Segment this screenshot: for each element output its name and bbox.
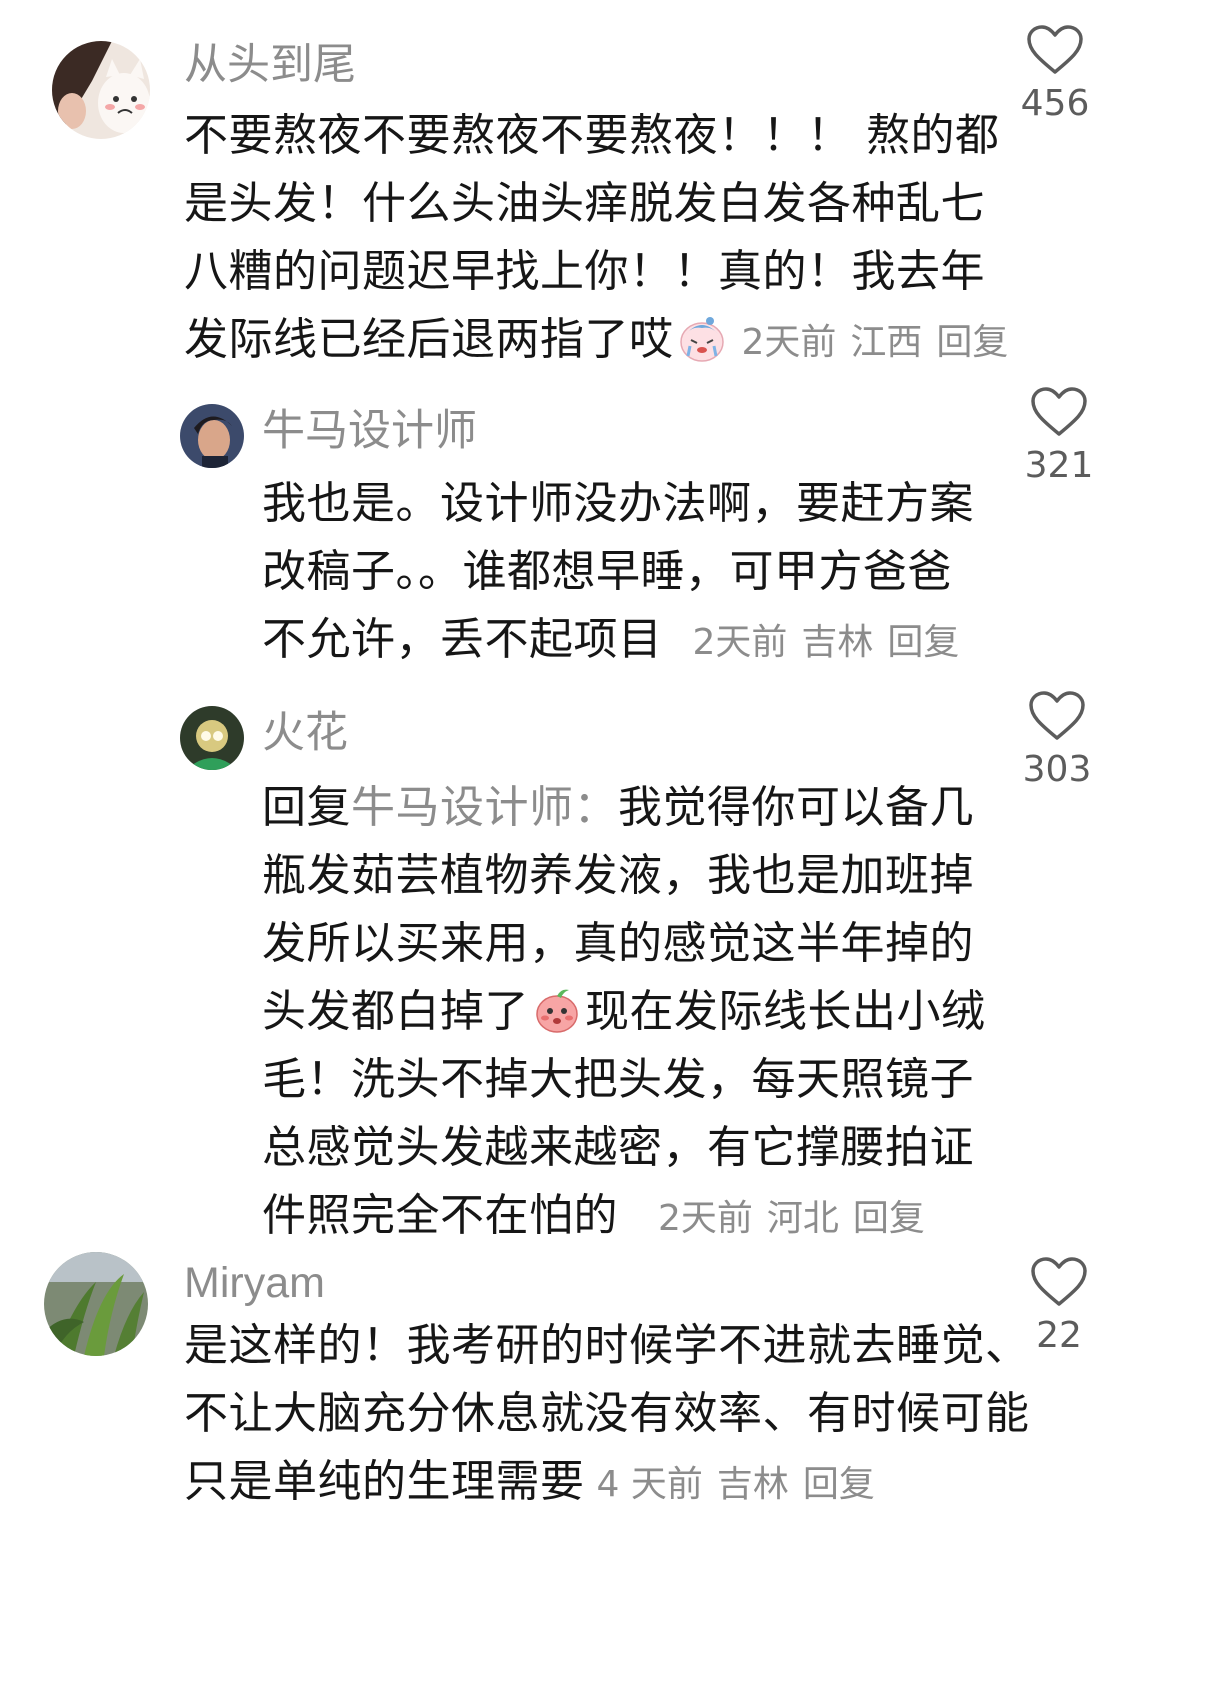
reply-prefix: 回复 bbox=[262, 782, 351, 833]
like-count: 321 bbox=[1024, 445, 1094, 486]
comment-line: 头发都白掉了 现在发际线长出小绒 bbox=[262, 978, 986, 1046]
comment-line-text: 现在发际线长出小绒 bbox=[585, 986, 986, 1037]
comment-location: 吉林 bbox=[716, 1464, 789, 1505]
comment-line: 不让大脑充分休息就没有效率、有时候可能 bbox=[184, 1388, 1030, 1439]
comment-meta: 4 天前 吉林 回复 bbox=[597, 1464, 875, 1505]
comment-line-text: 只是单纯的生理需要 bbox=[184, 1456, 585, 1507]
avatar-image bbox=[180, 706, 244, 770]
reply-button[interactable]: 回复 bbox=[803, 1464, 875, 1505]
comment-line-text: 头发都白掉了 bbox=[262, 986, 529, 1037]
comment-text: 回复牛马设计师：我觉得你可以备几 瓶发茹芸植物养发液，我也是加班掉 发所以买来用… bbox=[262, 774, 986, 1253]
comment-text: 不要熬夜不要熬夜不要熬夜！！！ 熬的都 是头发！什么头油头痒脱发白发各种乱七 八… bbox=[184, 102, 1008, 377]
heart-outline-icon[interactable] bbox=[1030, 1256, 1088, 1308]
avatar[interactable] bbox=[52, 41, 150, 139]
avatar-image bbox=[180, 404, 244, 468]
comment-line: 回复牛马设计师：我觉得你可以备几 bbox=[262, 774, 986, 842]
avatar-image bbox=[52, 41, 150, 139]
comment-line-last: 件照完全不在怕的 2天前 河北 回复 bbox=[262, 1182, 986, 1253]
username[interactable]: 从头到尾 bbox=[184, 44, 356, 87]
like-button[interactable]: 456 bbox=[1000, 24, 1110, 122]
avatar[interactable] bbox=[180, 404, 244, 468]
comment-meta: 2天前 江西 回复 bbox=[742, 322, 1009, 363]
reply-button[interactable]: 回复 bbox=[936, 322, 1008, 363]
comment-location: 吉林 bbox=[801, 622, 874, 663]
username[interactable]: 牛马设计师 bbox=[262, 410, 477, 453]
comment-text: 是这样的！我考研的时候学不进就去睡觉、 不让大脑充分休息就没有效率、有时候可能 … bbox=[184, 1312, 1030, 1519]
like-button[interactable]: 22 bbox=[1004, 1256, 1114, 1354]
like-count: 22 bbox=[1036, 1315, 1082, 1356]
heart-outline-icon[interactable] bbox=[1028, 690, 1086, 742]
like-button[interactable]: 321 bbox=[1004, 386, 1114, 484]
heart-outline-icon[interactable] bbox=[1030, 386, 1088, 438]
comment-line: 不要熬夜不要熬夜不要熬夜！！！ 熬的都 bbox=[184, 110, 1000, 161]
comment-line-text: 不允许，丢不起项目 bbox=[262, 614, 663, 665]
heart-outline-icon[interactable] bbox=[1026, 24, 1084, 76]
username[interactable]: Miryam bbox=[184, 1262, 325, 1305]
like-button[interactable]: 303 bbox=[1002, 690, 1112, 788]
comment-line: 是头发！什么头油头痒脱发白发各种乱七 bbox=[184, 178, 985, 229]
comment-line: 是这样的！我考研的时候学不进就去睡觉、 bbox=[184, 1320, 1030, 1371]
comment-line: 发所以买来用，真的感觉这半年掉的 bbox=[262, 918, 974, 969]
like-count: 303 bbox=[1022, 749, 1092, 790]
avatar[interactable] bbox=[44, 1252, 148, 1356]
comment-line: 总感觉头发越来越密，有它撑腰拍证 bbox=[262, 1122, 974, 1173]
comment-line-last: 只是单纯的生理需要 4 天前 吉林 回复 bbox=[184, 1448, 1030, 1519]
comment-time: 2天前 bbox=[741, 322, 837, 363]
crying-face-emoji-icon bbox=[679, 317, 724, 362]
comment-line: 毛！洗头不掉大把头发，每天照镜子 bbox=[262, 1054, 974, 1105]
comment-location: 江西 bbox=[850, 322, 923, 363]
comment-line-text: 发际线已经后退两指了哎 bbox=[184, 314, 674, 365]
comment-line-text: 件照完全不在怕的 bbox=[262, 1190, 618, 1241]
comment-line-last: 发际线已经后退两指了哎 2天前 江西 回复 bbox=[184, 306, 1008, 377]
comment-line-text: 我觉得你可以备几 bbox=[618, 782, 974, 833]
comment-line: 瓶发茹芸植物养发液，我也是加班掉 bbox=[262, 850, 974, 901]
comment-text: 我也是。设计师没办法啊，要赶方案 改稿子。。谁都想早睡，可甲方爸爸 不允许，丢不… bbox=[262, 470, 974, 677]
comment-time: 2天前 bbox=[658, 1198, 753, 1239]
comment-line: 改稿子。。谁都想早睡，可甲方爸爸 bbox=[262, 546, 952, 597]
username[interactable]: 火花 bbox=[262, 712, 348, 755]
like-count: 456 bbox=[1020, 83, 1090, 124]
comment-time: 2天前 bbox=[692, 622, 788, 663]
comment-time: 4 天前 bbox=[596, 1464, 703, 1505]
comment-line: 八糟的问题迟早找上你！！真的！我去年 bbox=[184, 246, 985, 297]
comment-location: 河北 bbox=[766, 1198, 839, 1239]
reply-to-username[interactable]: 牛马设计师： bbox=[351, 782, 618, 833]
comment-line: 我也是。设计师没办法啊，要赶方案 bbox=[262, 478, 974, 529]
reply-button[interactable]: 回复 bbox=[853, 1198, 925, 1239]
blushing-peach-emoji-icon bbox=[536, 989, 578, 1033]
comment-line-last: 不允许，丢不起项目 2天前 吉林 回复 bbox=[262, 606, 974, 677]
comment-meta: 2天前 河北 回复 bbox=[658, 1198, 925, 1239]
reply-button[interactable]: 回复 bbox=[887, 622, 959, 663]
avatar[interactable] bbox=[180, 706, 244, 770]
comment-meta: 2天前 吉林 回复 bbox=[693, 622, 960, 663]
avatar-image bbox=[44, 1252, 148, 1356]
